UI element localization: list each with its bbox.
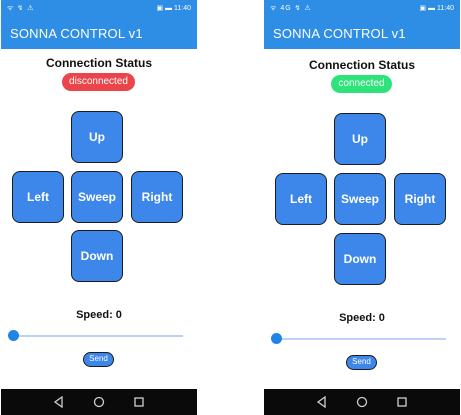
connection-status-title: Connection Status [308, 58, 415, 72]
speed-slider-thumb[interactable] [271, 333, 282, 344]
phone-screen-connected: ᯤ 4G ↯ ⚠ ▣ ▬ 11:40 SONNA CONTROL v1 Conn… [264, 0, 460, 415]
connection-status-badge: disconnected [62, 73, 135, 91]
speed-label: Speed: 0 [76, 309, 122, 321]
app-title: SONNA CONTROL v1 [273, 26, 406, 41]
up-button[interactable]: Up [71, 111, 123, 163]
home-circle-icon[interactable] [352, 389, 372, 415]
home-circle-icon[interactable] [89, 389, 109, 415]
sweep-button[interactable]: Sweep [71, 171, 123, 223]
app-title: SONNA CONTROL v1 [10, 26, 143, 41]
recents-square-icon[interactable] [129, 389, 149, 415]
send-button[interactable]: Send [83, 352, 114, 367]
up-button[interactable]: Up [334, 113, 386, 165]
left-button[interactable]: Left [12, 171, 64, 223]
connection-status-badge: connected [331, 75, 392, 93]
left-button[interactable]: Left [275, 173, 327, 225]
navigation-bar [264, 389, 460, 415]
speed-slider-thumb[interactable] [8, 330, 19, 341]
connection-status-title: Connection Status [45, 56, 152, 70]
status-clock: ▣ ▬ 11:40 [419, 5, 454, 12]
sweep-button[interactable]: Sweep [334, 173, 386, 225]
down-button[interactable]: Down [71, 230, 123, 282]
right-button[interactable]: Right [394, 173, 446, 225]
status-bar: ᯤ 4G ↯ ⚠ ▣ ▬ 11:40 [264, 0, 460, 18]
phone-screen-disconnected: ᯤ ↯ ⚠ ▣ ▬ 11:40 SONNA CONTROL v1 Connect… [1, 0, 197, 415]
back-triangle-icon[interactable] [312, 389, 332, 415]
back-triangle-icon[interactable] [49, 389, 69, 415]
speed-slider-track[interactable] [276, 338, 446, 340]
status-icons-left: ᯤ ↯ ⚠ [7, 5, 35, 12]
status-icons-left: ᯤ 4G ↯ ⚠ [270, 5, 312, 12]
speed-slider-track[interactable] [13, 335, 183, 337]
send-button[interactable]: Send [346, 355, 377, 370]
navigation-bar [1, 389, 197, 415]
speed-label: Speed: 0 [339, 312, 385, 324]
recents-square-icon[interactable] [392, 389, 412, 415]
app-bar: SONNA CONTROL v1 [264, 18, 460, 49]
status-bar: ᯤ ↯ ⚠ ▣ ▬ 11:40 [1, 0, 197, 18]
app-bar: SONNA CONTROL v1 [1, 18, 197, 49]
status-clock: ▣ ▬ 11:40 [156, 5, 191, 12]
down-button[interactable]: Down [334, 233, 386, 285]
right-button[interactable]: Right [131, 171, 183, 223]
